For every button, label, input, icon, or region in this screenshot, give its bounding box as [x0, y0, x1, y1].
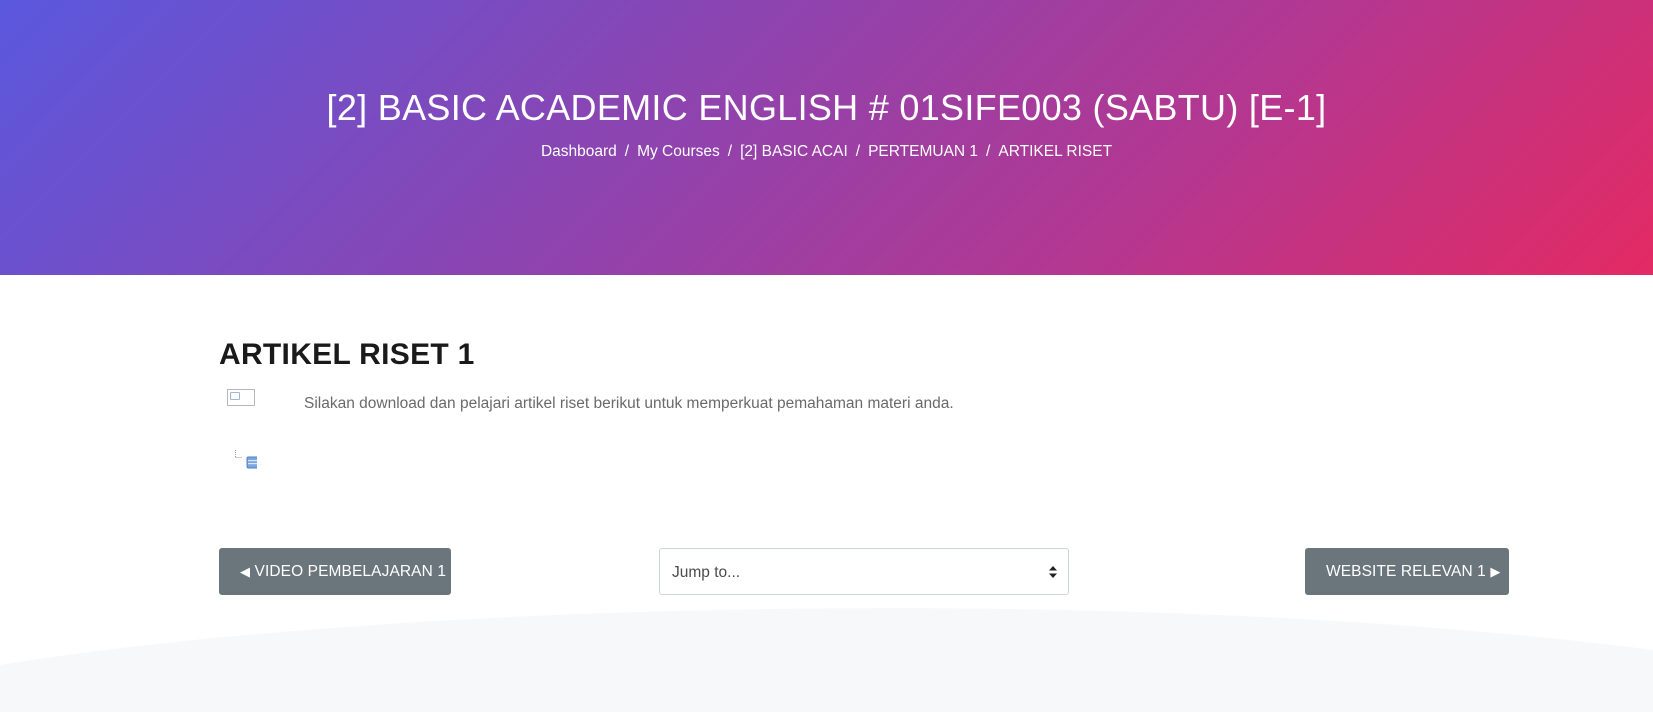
breadcrumb-link-current[interactable]: ARTIKEL RISET — [998, 140, 1112, 164]
breadcrumb-item-my-courses: My Courses / — [637, 140, 740, 164]
next-activity-label: WEBSITE RELEVAN 1 — [1326, 563, 1486, 580]
breadcrumb-separator: / — [855, 143, 861, 160]
jump-to-value: Jump to... — [672, 564, 741, 581]
broken-image-icon — [227, 389, 255, 406]
activity-description: Silakan download dan pelajari artikel ri… — [304, 395, 954, 412]
breadcrumb: Dashboard / My Courses / [2] BASIC ACAI … — [0, 140, 1653, 164]
breadcrumb-separator: / — [727, 143, 733, 160]
previous-activity-label: VIDEO PEMBELAJARAN 1 — [254, 563, 447, 580]
triangle-left-icon: ◀ — [240, 564, 251, 579]
footer-background — [0, 608, 1653, 712]
previous-activity-button[interactable]: ◀ VIDEO PEMBELAJARAN 1 — [219, 548, 451, 595]
breadcrumb-separator: / — [624, 143, 630, 160]
jump-to-select[interactable]: Jump to... — [659, 548, 1069, 595]
breadcrumb-link-section[interactable]: PERTEMUAN 1 — [868, 140, 978, 164]
page-header: [2] BASIC ACADEMIC ENGLISH # 01SIFE003 (… — [0, 0, 1653, 275]
folder-tree-icon[interactable] — [227, 447, 257, 469]
breadcrumb-link-dashboard[interactable]: Dashboard — [541, 140, 617, 164]
activity-navigation: ◀ VIDEO PEMBELAJARAN 1 Jump to... WEBSIT… — [219, 548, 1509, 595]
sort-caret-icon — [1049, 566, 1057, 578]
breadcrumb-item-dashboard: Dashboard / — [541, 140, 637, 164]
breadcrumb-link-course[interactable]: [2] BASIC ACAI — [740, 140, 848, 164]
breadcrumb-separator: / — [986, 143, 991, 160]
next-activity-button[interactable]: WEBSITE RELEVAN 1 ▶ — [1305, 548, 1509, 595]
triangle-right-icon: ▶ — [1490, 564, 1501, 579]
breadcrumb-item-current: ARTIKEL RISET — [998, 140, 1112, 164]
breadcrumb-item-section: PERTEMUAN 1 / — [868, 140, 998, 164]
breadcrumb-link-my-courses[interactable]: My Courses — [637, 140, 720, 164]
activity-title: ARTIKEL RISET 1 — [219, 338, 475, 371]
page-title: [2] BASIC ACADEMIC ENGLISH # 01SIFE003 (… — [326, 87, 1327, 128]
breadcrumb-item-course: [2] BASIC ACAI / — [740, 140, 868, 164]
